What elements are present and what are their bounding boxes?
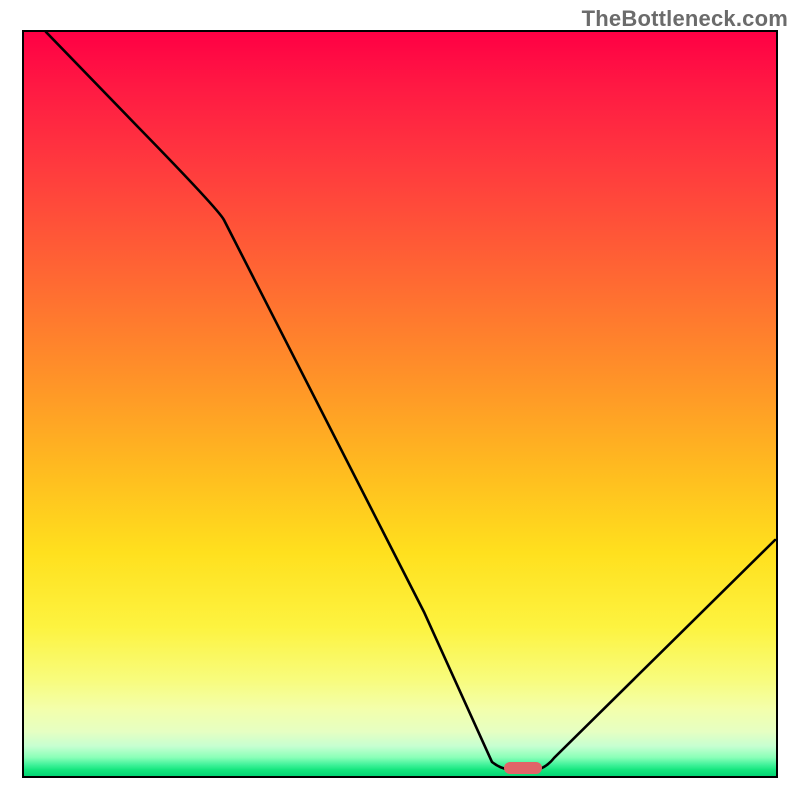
- curve-path: [46, 32, 775, 770]
- watermark-text: TheBottleneck.com: [582, 6, 788, 32]
- chart-container: TheBottleneck.com: [0, 0, 800, 800]
- optimum-marker: [504, 762, 542, 774]
- bottleneck-curve: [24, 32, 776, 776]
- plot-frame: [22, 30, 778, 778]
